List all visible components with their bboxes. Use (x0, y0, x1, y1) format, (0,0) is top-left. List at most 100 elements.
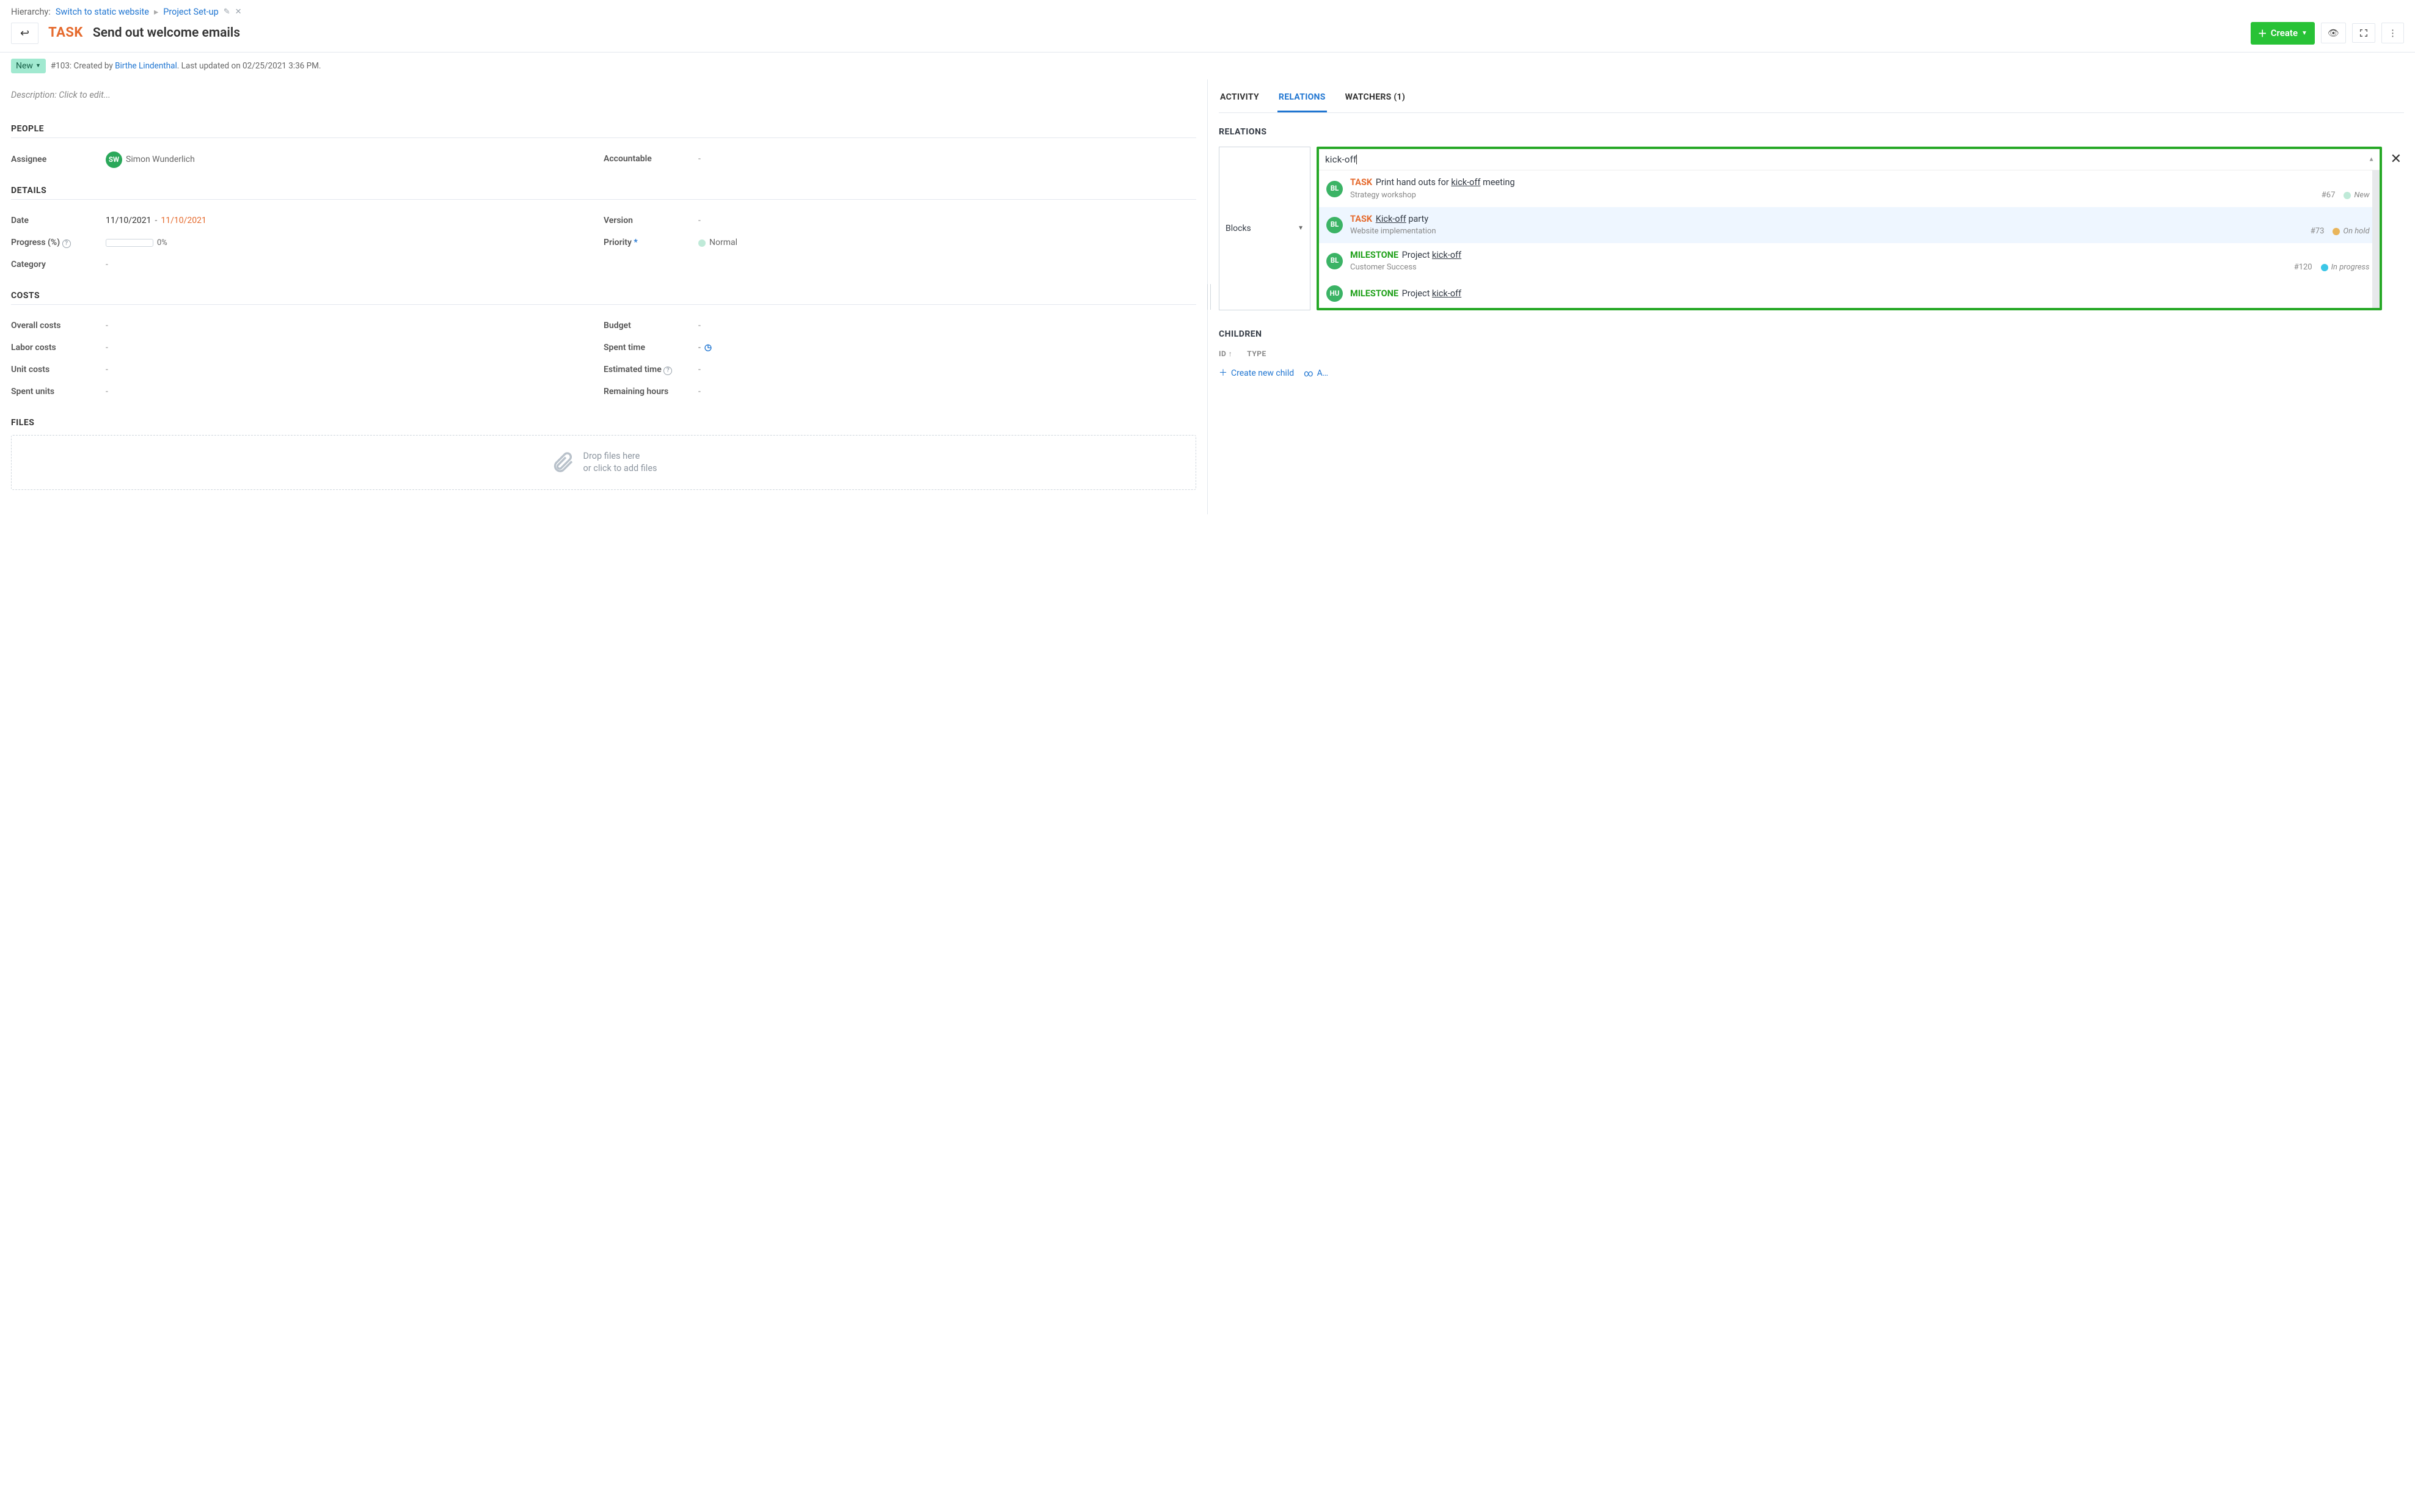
section-heading-files: FILES (11, 417, 1196, 429)
wp-type-label: MILESTONE (1350, 250, 1398, 260)
estimated-time-value[interactable]: - (698, 364, 701, 376)
breadcrumb-label: Hierarchy: (11, 6, 51, 18)
accountable-label: Accountable (604, 153, 698, 165)
eye-icon: 👁 (2328, 27, 2339, 38)
tab-watchers[interactable]: WATCHERS (1) (1344, 86, 1406, 112)
sort-asc-icon: ↑ (1229, 349, 1233, 358)
relation-type-select[interactable]: Blocks ▼ (1219, 147, 1310, 310)
wp-type-label: MILESTONE (1350, 288, 1398, 299)
side-panel: ACTIVITY RELATIONS WATCHERS (1) RELATION… (1208, 79, 2415, 514)
spent-time-value[interactable]: - ◷ (698, 342, 712, 354)
create-child-button[interactable]: ＋ Create new child (1219, 368, 1294, 379)
help-icon[interactable]: ? (663, 367, 672, 375)
files-section: FILES Drop files here or click to add fi… (11, 417, 1196, 490)
spent-units-value[interactable]: - (106, 386, 108, 398)
wp-type-label: TASK (1350, 177, 1372, 188)
unit-costs-value[interactable]: - (106, 364, 108, 376)
estimated-time-label: Estimated time ? (604, 364, 698, 376)
tab-relations[interactable]: RELATIONS (1277, 86, 1327, 112)
children-heading: CHILDREN (1219, 329, 2404, 340)
assignee-label: Assignee (11, 154, 106, 166)
labor-costs-value[interactable]: - (106, 342, 108, 354)
chevron-down-icon: ▼ (1298, 224, 1304, 233)
progress-value[interactable]: 0% (106, 238, 167, 249)
wp-type-label: TASK (48, 24, 83, 42)
plus-icon: ＋ (2258, 27, 2267, 40)
date-value[interactable]: 11/10/2021 - 11/10/2021 (106, 215, 206, 227)
breadcrumb-link-0[interactable]: Switch to static website (56, 6, 149, 18)
budget-value[interactable]: - (698, 320, 701, 332)
create-button[interactable]: ＋ Create ▼ (2251, 22, 2315, 45)
col-id[interactable]: ID ↑ (1219, 349, 1232, 359)
details-panel: Description: Click to edit... PEOPLE Ass… (0, 79, 1208, 514)
overall-costs-label: Overall costs (11, 320, 106, 332)
relation-result-item[interactable]: BL TASK Print hand outs for kick-off mee… (1319, 170, 2380, 206)
plus-icon: ＋ (1219, 368, 1227, 379)
author-link[interactable]: Birthe Lindenthal (115, 61, 177, 71)
people-section: PEOPLE Assignee SW Simon Wunderlich Acco… (11, 123, 1196, 174)
overall-costs-value[interactable]: - (106, 320, 108, 332)
relation-result-item[interactable]: BL MILESTONE Project kick-off Customer S… (1319, 243, 2380, 279)
section-heading-people: PEOPLE (11, 123, 1196, 135)
spent-time-label: Spent time (604, 342, 698, 354)
breadcrumb: Hierarchy: Switch to static website ▸ Pr… (0, 0, 2415, 20)
side-tabs: ACTIVITY RELATIONS WATCHERS (1) (1219, 86, 2404, 113)
wp-type-label: TASK (1350, 214, 1372, 224)
relation-cancel-button[interactable]: ✕ (2388, 147, 2404, 310)
breadcrumb-link-1[interactable]: Project Set-up (163, 6, 218, 18)
budget-label: Budget (604, 320, 698, 332)
tab-activity[interactable]: ACTIVITY (1219, 86, 1260, 112)
header-actions: ＋ Create ▼ 👁 ⋮ (2251, 22, 2404, 45)
file-dropzone[interactable]: Drop files here or click to add files (11, 435, 1196, 491)
col-type[interactable]: TYPE (1247, 349, 1266, 359)
chevron-down-icon: ▼ (2301, 30, 2307, 37)
section-heading-details: DETAILS (11, 185, 1196, 197)
priority-dot-icon (698, 239, 706, 247)
relation-search-highlight: kick-off ▲ BL TASK Print hand outs for k… (1317, 147, 2382, 310)
avatar: BL (1326, 217, 1343, 233)
add-existing-child-button[interactable]: ∞ A… (1304, 367, 1328, 379)
relation-result-item[interactable]: BL TASK Kick-off party Website implement… (1319, 207, 2380, 243)
priority-value[interactable]: Normal (698, 237, 737, 249)
version-value[interactable]: - (698, 215, 701, 227)
close-icon[interactable]: ✕ (235, 7, 242, 18)
remaining-hours-value[interactable]: - (698, 386, 701, 398)
status-dot-icon (2333, 228, 2340, 235)
details-section: DETAILS Date 11/10/2021 - 11/10/2021 Pro… (11, 185, 1196, 279)
children-table-header: ID ↑ TYPE (1219, 349, 2404, 359)
text-cursor (1356, 155, 1357, 164)
topbar: ↩ TASK Send out welcome emails ＋ Create … (0, 20, 2415, 53)
help-icon[interactable]: ? (62, 239, 71, 248)
page-title[interactable]: Send out welcome emails (93, 24, 240, 42)
status-dot-icon (2344, 192, 2351, 199)
back-button[interactable]: ↩ (11, 23, 38, 44)
description-field[interactable]: Description: Click to edit... (11, 84, 1196, 112)
edit-icon[interactable]: ✎ (224, 7, 230, 18)
more-button[interactable]: ⋮ (2381, 23, 2404, 43)
unit-costs-label: Unit costs (11, 364, 106, 376)
link-icon: ∞ (1304, 367, 1313, 379)
relation-search-input[interactable]: kick-off ▲ (1319, 149, 2380, 170)
assignee-value[interactable]: SW Simon Wunderlich (106, 152, 195, 168)
progress-label: Progress (%) ? (11, 237, 106, 249)
avatar: SW (106, 152, 122, 168)
status-badge[interactable]: New ▼ (11, 59, 46, 74)
avatar: BL (1326, 181, 1343, 197)
remaining-hours-label: Remaining hours (604, 386, 698, 398)
panel-resizer[interactable] (1207, 284, 1211, 310)
chevron-up-icon[interactable]: ▲ (2369, 156, 2375, 164)
relations-form: Blocks ▼ kick-off ▲ BL TASK Print hand o… (1219, 147, 2404, 310)
chevron-down-icon: ▼ (35, 62, 41, 70)
accountable-value[interactable]: - (698, 153, 701, 165)
back-arrow-icon: ↩ (20, 27, 29, 40)
category-value[interactable]: - (106, 259, 108, 271)
relations-heading: RELATIONS (1219, 126, 2404, 138)
clock-icon[interactable]: ◷ (704, 342, 712, 354)
category-label: Category (11, 259, 106, 271)
fullscreen-button[interactable] (2352, 23, 2375, 43)
avatar: BL (1326, 253, 1343, 269)
scrollbar[interactable] (2373, 172, 2379, 230)
progress-bar (106, 239, 153, 247)
watch-button[interactable]: 👁 (2321, 23, 2346, 43)
relation-result-item[interactable]: HU MILESTONE Project kick-off (1319, 279, 2380, 308)
